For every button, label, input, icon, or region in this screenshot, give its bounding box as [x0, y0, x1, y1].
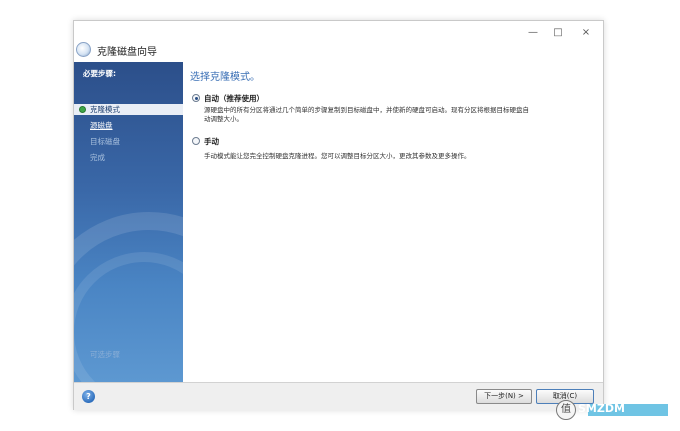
wizard-content: 选择克隆模式。 自动（推荐使用） 源硬盘中的所有分区将通过几个简单的步骤复制到目…: [183, 62, 603, 382]
help-icon[interactable]: ?: [82, 390, 95, 403]
sidebar-item-label: 源磁盘: [90, 121, 113, 130]
required-steps-heading: 必要步骤:: [83, 69, 116, 78]
sidebar-item-label: 目标磁盘: [90, 137, 120, 146]
sidebar-item-source-disk[interactable]: 源磁盘: [74, 120, 183, 131]
watermark-text: SMZDM: [578, 402, 625, 415]
next-button[interactable]: 下一步(N) >: [476, 389, 532, 404]
auto-mode-description-line2: 动调整大小。: [204, 115, 243, 123]
manual-mode-description: 手动模式能让您完全控制硬盘克隆进程。您可以调整目标分区大小，更改其参数及更多操作…: [204, 152, 471, 160]
sidebar-item-label: 完成: [90, 153, 105, 162]
wizard-steps-sidebar: 必要步骤: 克隆模式 源磁盘 目标磁盘 完成 可选步骤: [74, 62, 183, 382]
watermark-logo-icon: 值: [556, 400, 576, 420]
sidebar-decoration-inner: [74, 252, 183, 382]
window-title: 克隆磁盘向导: [97, 47, 157, 58]
wizard-footer: ? 下一步(N) > 取消(C): [74, 382, 603, 410]
manual-mode-label[interactable]: 手动: [204, 136, 219, 147]
manual-mode-radio[interactable]: [192, 137, 200, 145]
clone-disk-wizard-window: — □ × 克隆磁盘向导 必要步骤: 克隆模式 源磁盘 目标磁盘 完成 可选步骤…: [73, 20, 604, 410]
sidebar-item-finish: 完成: [74, 152, 183, 163]
auto-mode-description-line1: 源硬盘中的所有分区将通过几个简单的步骤复制到目标磁盘中，并使新的硬盘可启动。现有…: [204, 106, 529, 114]
maximize-button[interactable]: □: [546, 26, 570, 40]
auto-mode-label[interactable]: 自动（推荐使用）: [204, 93, 264, 104]
close-button[interactable]: ×: [574, 26, 598, 40]
sidebar-item-label: 克隆模式: [90, 105, 120, 114]
sidebar-item-clone-mode[interactable]: 克隆模式: [74, 104, 183, 115]
optional-steps-label: 可选步骤: [90, 350, 120, 359]
sidebar-item-target-disk: 目标磁盘: [74, 136, 183, 147]
page-title: 选择克隆模式。: [190, 72, 260, 83]
auto-mode-radio[interactable]: [192, 94, 200, 102]
minimize-button[interactable]: —: [521, 26, 545, 40]
current-step-icon: [79, 106, 86, 113]
app-logo-icon: [76, 42, 91, 57]
